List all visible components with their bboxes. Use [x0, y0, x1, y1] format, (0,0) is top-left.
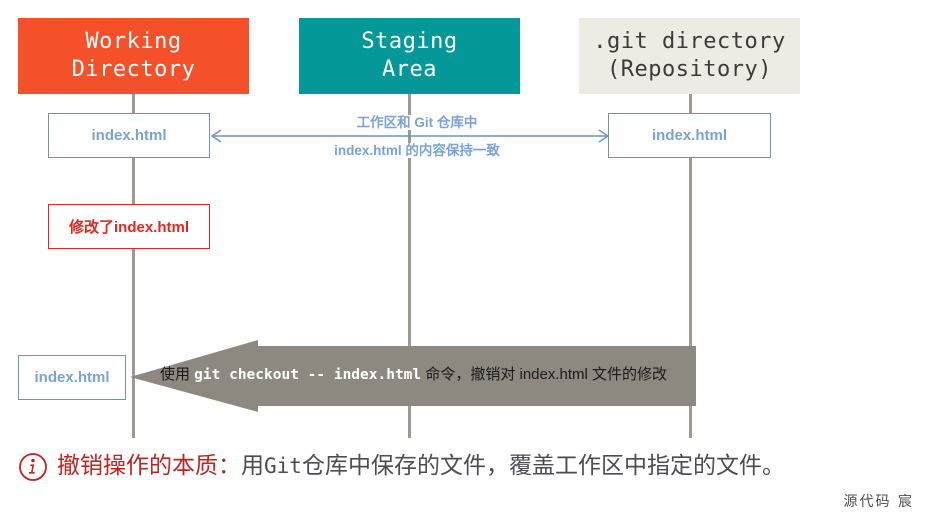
diagram-canvas: Working Directory Staging Area .git dire…: [0, 0, 930, 513]
info-icon: [19, 453, 47, 481]
caption: 撤销操作的本质：用 Git 仓库中保存的文件，覆盖工作区中指定的文件。: [18, 452, 918, 482]
checkout-command: git checkout -- index.html: [194, 367, 422, 383]
file-box-git-index-top: index.html: [608, 113, 771, 158]
file-box-working-modified: 修改了index.html: [48, 204, 210, 249]
file-box-working-index-top: index.html: [48, 113, 210, 158]
caption-rest-mono: Git: [264, 454, 302, 479]
header-git-directory: .git directory (Repository): [579, 18, 800, 94]
caption-rest-a: 用: [241, 453, 264, 480]
caption-rest-b: 仓库中保存的文件，覆盖工作区中指定的文件。: [301, 453, 785, 480]
file-box-working-index-bottom: index.html: [18, 355, 126, 400]
checkout-label-suffix: 命令，撤销对 index.html 文件的修改: [421, 366, 668, 383]
caption-highlight: 撤销操作的本质：: [57, 453, 241, 480]
checkout-label-prefix: 使用: [160, 366, 195, 383]
watermark: 源代码 宸: [843, 494, 914, 510]
header-staging-area: Staging Area: [299, 18, 520, 94]
checkout-action-label: 使用 git checkout -- index.html 命令，撤销对 ind…: [160, 363, 700, 384]
sync-double-arrow-icon: [210, 129, 610, 143]
header-working-directory: Working Directory: [18, 18, 249, 94]
